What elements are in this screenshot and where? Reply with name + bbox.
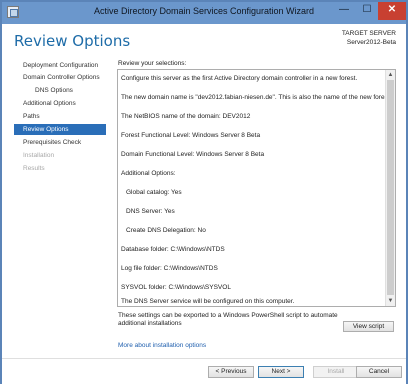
review-label: Review your selections: [118,60,187,67]
target-server-name: Server2012-Beta [346,39,396,46]
review-line: Forest Functional Level: Windows Server … [121,132,261,139]
wizard-header: Review Options TARGET SERVER Server2012-… [2,24,406,58]
view-script-button[interactable]: View script [343,321,394,332]
maximize-button[interactable]: ☐ [355,2,379,20]
nav-item-dns-options[interactable]: DNS Options [14,85,106,96]
scroll-up-icon[interactable]: ▲ [386,70,395,80]
review-line: SYSVOL folder: C:\Windows\SYSVOL [121,284,231,291]
page-title: Review Options [14,32,131,50]
review-line: DNS Server: Yes [126,208,175,215]
wizard-nav: Deployment Configuration Domain Controll… [14,60,106,180]
previous-button[interactable]: < Previous [208,366,254,378]
nav-item-additional-options[interactable]: Additional Options [14,98,106,109]
review-line: Create DNS Delegation: No [126,227,206,234]
review-textbox[interactable]: Configure this server as the first Activ… [117,69,396,307]
review-line: Configure this server as the first Activ… [121,75,358,82]
export-description: These settings can be exported to a Wind… [118,312,338,327]
title-bar[interactable]: Active Directory Domain Services Configu… [2,2,406,24]
review-line: Additional Options: [121,170,176,177]
nav-item-prerequisites-check[interactable]: Prerequisites Check [14,137,106,148]
review-line: The NetBIOS name of the domain: DEV2012 [121,113,251,120]
review-scrollbar[interactable]: ▲ ▼ [385,70,395,306]
close-button[interactable]: ✕ [378,2,406,20]
wizard-window: Active Directory Domain Services Configu… [0,0,408,384]
nav-item-paths[interactable]: Paths [14,111,106,122]
minimize-button[interactable]: — [332,2,356,20]
nav-item-deployment-configuration[interactable]: Deployment Configuration [14,60,106,71]
nav-item-domain-controller-options[interactable]: Domain Controller Options [14,72,106,83]
review-line: Domain Functional Level: Windows Server … [121,151,265,158]
review-line: The new domain name is "dev2012.fabian-n… [121,94,392,101]
review-line: Database folder: C:\Windows\NTDS [121,246,225,253]
next-button[interactable]: Next > [258,366,304,378]
review-line: Log file folder: C:\Windows\NTDS [121,265,218,272]
nav-item-results: Results [23,165,45,172]
scroll-down-icon[interactable]: ▼ [386,296,395,306]
review-line: The DNS Server service will be configure… [121,298,295,305]
target-server-label: TARGET SERVER [341,30,396,37]
nav-item-review-options[interactable]: Review Options [14,124,106,135]
nav-item-installation: Installation [23,152,55,159]
more-installation-options-link[interactable]: More about installation options [118,342,206,349]
wizard-footer: < Previous Next > Install Cancel [2,358,406,384]
review-line: Global catalog: Yes [126,189,182,196]
scroll-thumb[interactable] [387,80,394,295]
cancel-button[interactable]: Cancel [356,366,402,378]
install-button[interactable]: Install [313,366,359,378]
